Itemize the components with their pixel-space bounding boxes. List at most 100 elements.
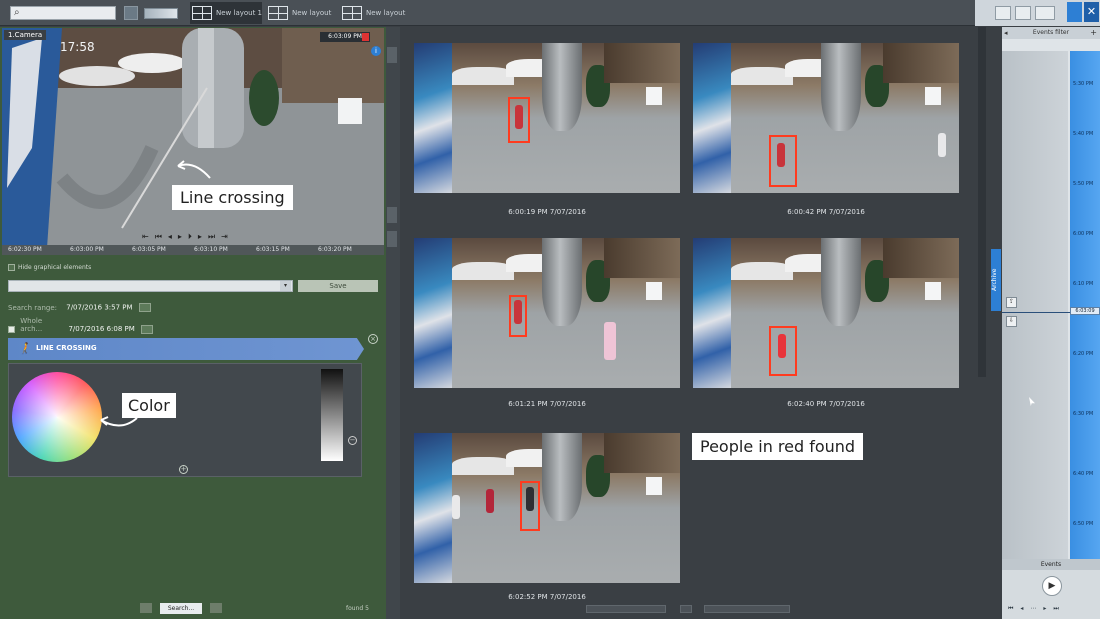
calendar-icon[interactable] — [141, 324, 154, 334]
play-icon[interactable]: ▶ — [1042, 576, 1062, 596]
search-button[interactable]: Search... — [160, 603, 202, 614]
layout-icon — [268, 6, 288, 20]
events-filter-header[interactable]: ◂ Events filter + — [1002, 27, 1100, 39]
result-timestamp: 6:00:42 PM 7/07/2016 — [787, 208, 865, 216]
result-timestamp: 6:02:40 PM 7/07/2016 — [787, 400, 865, 408]
tab-layout-3[interactable]: New layout 3 — [340, 2, 410, 39]
hide-graphics-checkbox[interactable]: Hide graphical elements — [8, 264, 91, 271]
line-crossing-header[interactable]: 🚶 LINE CROSSING — [8, 338, 364, 360]
step-controls[interactable]: ⏮◂⋯▸⏭ — [1008, 605, 1066, 613]
panel-splitter[interactable] — [386, 27, 400, 619]
person — [515, 105, 523, 129]
export-icon[interactable] — [210, 603, 222, 613]
tab-archive[interactable]: Archive — [991, 249, 1001, 311]
export-icon[interactable]: ⇪ — [1006, 297, 1017, 308]
found-count: found 5 — [346, 605, 369, 612]
search-icon: ⌕ — [14, 7, 20, 18]
camera-view[interactable]: 1.Camera 17:58 6:03:09 PM i Line crossin… — [2, 28, 384, 248]
top-right-controls: ✕ — [975, 0, 1100, 26]
info-icon[interactable]: i — [371, 46, 381, 56]
time-cursor[interactable]: 6:03:09 — [1070, 307, 1100, 315]
search-actions: Search... found 5 — [0, 602, 386, 616]
download-icon[interactable]: ⇩ — [1006, 316, 1017, 327]
result-thumbnail[interactable] — [414, 238, 680, 388]
person — [486, 489, 494, 513]
zoom-slider[interactable] — [586, 605, 666, 613]
person — [777, 143, 785, 167]
timeline-label: 6:03:15 PM — [256, 246, 290, 253]
splitter-handle[interactable] — [387, 207, 397, 223]
search-mode-button[interactable] — [1067, 2, 1082, 22]
calendar-icon[interactable] — [138, 303, 151, 312]
collapse-left-button[interactable] — [387, 47, 397, 63]
checkbox-icon — [8, 264, 15, 271]
tab-layout-1[interactable]: New layout 1 — [190, 2, 262, 24]
close-icon[interactable]: × — [368, 334, 378, 344]
rule-dropdown[interactable]: ▾ — [8, 280, 293, 292]
timeline-tick: 5:30 PM — [1073, 81, 1094, 87]
save-button[interactable]: Save — [298, 280, 378, 292]
person — [778, 334, 786, 358]
timeline-label: 6:03:20 PM — [318, 246, 352, 253]
result-thumbnail[interactable] — [693, 43, 959, 193]
fit-icon[interactable] — [680, 605, 692, 613]
player-controls: ▶ ⏮◂⋯▸⏭ — [1002, 570, 1100, 619]
layout-grid-button[interactable] — [995, 6, 1011, 20]
tab-layout-2[interactable]: New layout 2 — [266, 2, 336, 39]
whole-archive-value[interactable]: 7/07/2016 6:08 PM — [68, 325, 134, 333]
timeline-tick: 5:40 PM — [1073, 131, 1094, 137]
camera-timeline[interactable]: 6:02:30 PM 6:03:00 PM 6:03:05 PM 6:03:10… — [2, 245, 384, 255]
result-timestamp: 6:02:52 PM 7/07/2016 — [508, 593, 586, 601]
timeline-label: 6:02:30 PM — [8, 246, 42, 253]
line-crossing-annotation: Line crossing — [172, 185, 293, 210]
layout-single-button[interactable] — [1015, 6, 1031, 20]
chevron-down-icon: ▾ — [280, 281, 291, 291]
fullscreen-button[interactable] — [1035, 6, 1055, 20]
playback-controls[interactable]: ⇤⏮◂▸⏵▸⏭⇥ — [142, 232, 234, 242]
whole-archive-label: Whole arch... — [20, 317, 43, 333]
search-range-row: Search range: 7/07/2016 3:57 PM — [8, 303, 151, 312]
add-filter-icon[interactable]: + — [1090, 27, 1097, 39]
archive-panel: Archive ◂ Events filter + 5:30 PM 5:40 P… — [990, 27, 1100, 619]
events-header[interactable]: Events — [1002, 559, 1100, 570]
result-thumbnail[interactable] — [414, 43, 680, 193]
vertical-scrollbar[interactable] — [978, 27, 986, 377]
result-timestamp: 6:00:19 PM 7/07/2016 — [508, 208, 586, 216]
search-input[interactable]: ⌕ — [10, 6, 116, 20]
splitter-handle[interactable] — [387, 231, 397, 247]
thumbnail-zoom-controls — [586, 603, 796, 615]
view-toggle[interactable] — [144, 8, 178, 19]
collapse-icon[interactable]: ◂ — [1004, 27, 1008, 39]
person — [604, 322, 616, 360]
result-thumbnail[interactable] — [414, 433, 680, 583]
grid-view-icon[interactable] — [124, 6, 138, 20]
timeline-tick: 5:50 PM — [1073, 181, 1094, 187]
search-range-value[interactable]: 7/07/2016 3:57 PM — [66, 304, 132, 312]
timeline-label: 6:03:00 PM — [70, 246, 104, 253]
timeline-tick: 6:10 PM — [1073, 281, 1094, 287]
color-filter-panel: Color − — [8, 363, 362, 477]
people-in-red-annotation: People in red found — [692, 433, 864, 460]
record-icon — [362, 33, 369, 41]
search-panel: 1.Camera 17:58 6:03:09 PM i Line crossin… — [0, 27, 386, 619]
whole-archive-row: Whole arch... 7/07/2016 6:08 PM — [8, 317, 154, 334]
person — [452, 495, 460, 519]
tab-layout-1-label: New layout 1 — [216, 9, 263, 17]
camera-name: 1.Camera — [4, 30, 47, 40]
timeline-tick: 6:00 PM — [1073, 231, 1094, 237]
brightness-slider[interactable] — [321, 369, 343, 461]
search-results: 6:00:19 PM 7/07/2016 6:00:42 PM 7/07/201… — [400, 27, 990, 619]
person — [526, 487, 534, 511]
whole-archive-checkbox[interactable] — [8, 325, 15, 333]
camera-overlay-time: 17:58 — [60, 40, 95, 54]
color-wheel[interactable] — [12, 372, 102, 462]
add-condition-icon[interactable]: + — [179, 465, 188, 474]
tools-icon[interactable]: ✕ — [1084, 2, 1099, 22]
person — [514, 300, 522, 324]
size-slider[interactable] — [704, 605, 790, 613]
clear-icon[interactable] — [140, 603, 152, 613]
result-thumbnail[interactable] — [693, 238, 959, 388]
result-timestamp: 6:01:21 PM 7/07/2016 — [508, 400, 586, 408]
minus-icon[interactable]: − — [348, 436, 357, 445]
timeline-tick: 6:30 PM — [1073, 411, 1094, 417]
